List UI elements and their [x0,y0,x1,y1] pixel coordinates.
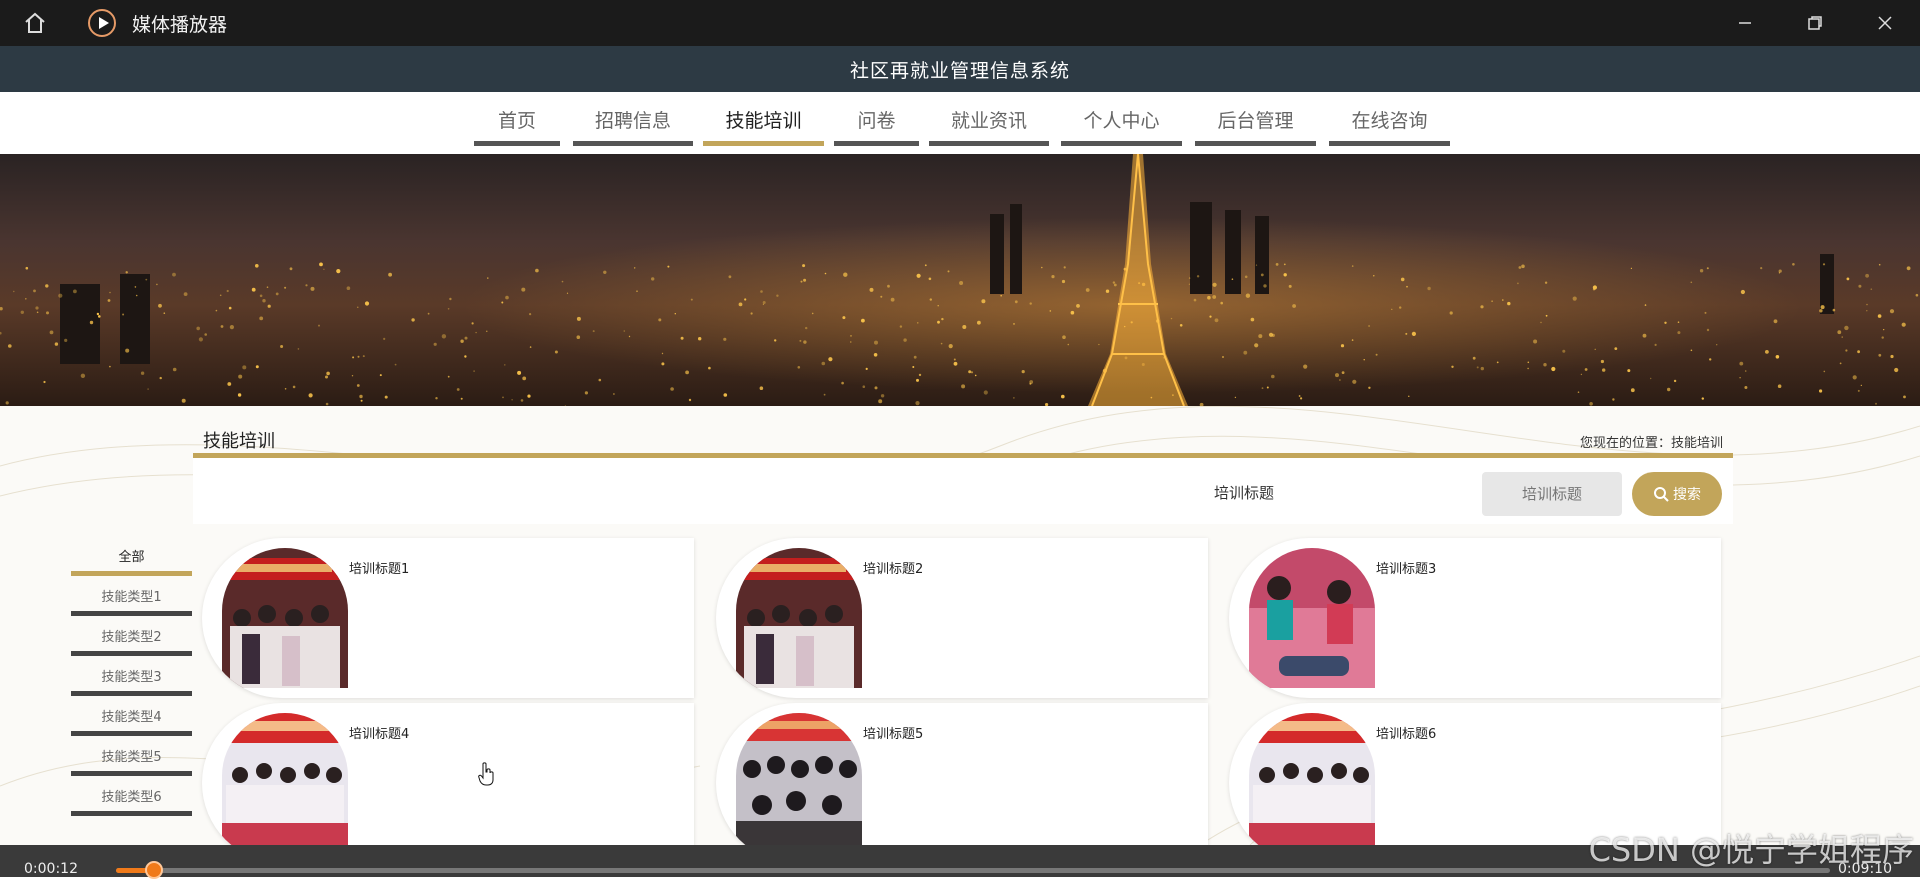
training-photo [1249,548,1375,688]
nav-tab-label: 问卷 [857,110,896,132]
category-underline [71,811,192,816]
nav-tab-1[interactable]: 首页 [474,106,560,146]
search-icon [1654,487,1669,502]
category-item-1[interactable]: 全部 [71,546,192,576]
training-card[interactable]: 培训标题4 [202,703,694,863]
media-player-logo-icon [88,9,116,37]
nav-tab-7[interactable]: 后台管理 [1195,106,1316,146]
hand-cursor-icon [478,762,494,786]
nav-tab-8[interactable]: 在线咨询 [1329,106,1450,146]
current-time: 0:00:12 [24,861,78,877]
close-icon [1878,16,1892,30]
training-card-image[interactable] [1249,713,1375,853]
category-label: 技能类型5 [101,750,162,765]
category-label: 技能类型3 [101,670,162,685]
nav-tab-3[interactable]: 技能培训 [703,106,824,146]
category-item-3[interactable]: 技能类型2 [71,626,192,656]
category-label: 技能类型6 [101,790,162,805]
nav-tab-label: 个人中心 [1083,110,1160,132]
system-header: 社区再就业管理信息系统 [0,46,1920,92]
main-nav: 首页 招聘信息 技能培训 问卷 就业资讯 个人中心 后台管理 在线咨询 [0,92,1920,154]
training-card-image[interactable] [222,548,348,688]
app-title: 媒体播放器 [132,13,228,36]
nav-tab-label: 就业资讯 [950,110,1027,132]
training-photo [222,548,348,688]
seek-track[interactable] [116,868,1830,873]
section-title: 技能培训 [203,431,275,452]
nav-tab-4[interactable]: 问卷 [834,106,919,146]
training-card-title[interactable]: 培训标题5 [863,723,923,742]
nav-tab-label: 在线咨询 [1351,110,1428,132]
training-card-title[interactable]: 培训标题1 [349,558,409,577]
training-card-image[interactable] [736,713,862,853]
nav-tab-underline [834,141,919,146]
category-item-7[interactable]: 技能类型6 [71,786,192,816]
category-item-4[interactable]: 技能类型3 [71,666,192,696]
category-underline [71,611,192,616]
search-input[interactable] [1482,472,1622,516]
category-label: 技能类型1 [101,590,162,605]
nav-tab-underline [703,141,824,146]
category-item-5[interactable]: 技能类型4 [71,706,192,736]
category-label: 技能类型4 [101,710,162,725]
category-label: 技能类型2 [101,630,162,645]
nav-tab-label: 后台管理 [1217,110,1294,132]
training-card-image[interactable] [1249,548,1375,688]
nav-tab-underline [1195,141,1316,146]
training-photo [222,713,348,853]
breadcrumb-prefix: 您现在的位置： [1579,436,1671,451]
home-icon [25,12,45,33]
nav-tab-underline [474,141,560,146]
training-photo [1249,713,1375,853]
system-title: 社区再就业管理信息系统 [849,59,1070,82]
restore-button[interactable] [1780,0,1850,46]
minimize-button[interactable] [1710,0,1780,46]
home-button[interactable] [0,0,70,46]
minimize-icon [1739,22,1751,24]
nav-tab-label: 招聘信息 [594,110,671,132]
training-photo [736,548,862,688]
search-button[interactable]: 搜索 [1632,472,1722,516]
banner-image [0,154,1920,406]
training-card-title[interactable]: 培训标题6 [1376,723,1436,742]
category-item-2[interactable]: 技能类型1 [71,586,192,616]
training-photo [736,713,862,853]
nav-tab-underline [1061,141,1182,146]
category-underline [71,571,192,576]
nav-tab-6[interactable]: 个人中心 [1061,106,1182,146]
category-underline [71,731,192,736]
breadcrumb-current[interactable]: 技能培训 [1671,436,1723,451]
nav-tab-underline [929,141,1049,146]
training-card[interactable]: 培训标题1 [202,538,694,698]
nav-tab-5[interactable]: 就业资讯 [929,106,1049,146]
nav-tab-2[interactable]: 招聘信息 [573,106,693,146]
category-underline [71,691,192,696]
city-night-banner [0,154,1920,406]
close-button[interactable] [1850,0,1920,46]
seek-handle[interactable] [144,861,163,879]
training-card-title[interactable]: 培训标题4 [349,723,409,742]
training-card-title[interactable]: 培训标题2 [863,558,923,577]
training-card[interactable]: 培训标题5 [716,703,1208,863]
watermark: CSDN @悦宁学姐程序 [1588,831,1914,869]
category-label: 全部 [118,550,145,565]
category-item-6[interactable]: 技能类型5 [71,746,192,776]
section-header: 技能培训 您现在的位置：技能培训 [193,422,1733,458]
nav-tab-label: 技能培训 [725,110,802,132]
nav-tab-underline [1329,141,1450,146]
restore-icon [1808,16,1822,30]
training-card[interactable]: 培训标题2 [716,538,1208,698]
search-button-label: 搜索 [1673,487,1701,503]
category-underline [71,651,192,656]
player-title-bar: 媒体播放器 [0,0,1920,46]
training-card-image[interactable] [222,713,348,853]
training-card-image[interactable] [736,548,862,688]
category-underline [71,771,192,776]
breadcrumb: 您现在的位置：技能培训 [1580,432,1723,451]
nav-tab-underline [573,141,693,146]
nav-tab-label: 首页 [497,110,536,132]
training-card-title[interactable]: 培训标题3 [1376,558,1436,577]
search-label: 培训标题 [1214,484,1275,502]
training-card[interactable]: 培训标题3 [1229,538,1721,698]
